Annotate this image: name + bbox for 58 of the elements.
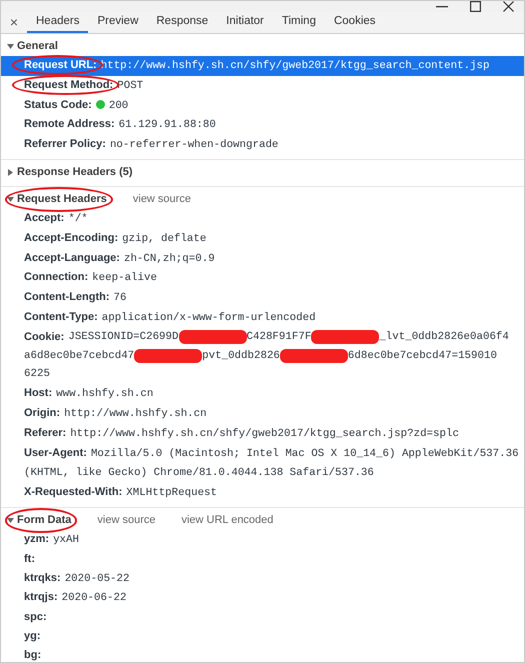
header-entry: yg: bbox=[24, 630, 40, 642]
header-entry: User-Agent: Mozilla/5.0 (Macintosh; Intel Mac OS X 10_14_6) AppleWebKit/537.36 (KHTML, like Gecko) Chrome/81.0.4044.138 Safari/537.36 bbox=[24, 446, 519, 478]
redaction-scribble bbox=[311, 330, 380, 344]
tab[interactable]: Initiator bbox=[217, 12, 273, 33]
header-entry: Origin: http://www.hshfy.sh.cn bbox=[24, 406, 207, 419]
header-entry: bg: bbox=[24, 648, 42, 661]
redaction-scribble bbox=[178, 330, 246, 344]
header-entry: Request URL: http://www.hshfy.sh.cn/shfy/gweb2017/ktgg_search_content.jsp bbox=[24, 59, 490, 71]
header-entry: Host: www.hshfy.sh.cn bbox=[24, 387, 154, 400]
expanded-triangle-icon[interactable] bbox=[7, 516, 14, 524]
section-title[interactable]: General bbox=[17, 38, 58, 55]
header-name: Status Code: bbox=[24, 98, 92, 111]
header-name: Cookie: bbox=[24, 330, 64, 345]
header-entry: X-Requested-With: XMLHttpRequest bbox=[24, 486, 218, 498]
view-link[interactable]: view URL encoded bbox=[181, 512, 274, 529]
tab[interactable]: Response bbox=[147, 12, 218, 33]
header-value: pvt_0ddb2826 bbox=[202, 348, 280, 364]
header-entry: Accept-Language: zh-CN,zh;q=0.9 bbox=[24, 252, 215, 264]
header-entry: Accept: */* bbox=[24, 212, 88, 224]
section-title[interactable]: Response Headers (5) bbox=[17, 164, 133, 181]
redaction-scribble bbox=[134, 348, 202, 363]
maximize-icon[interactable] bbox=[470, 1, 481, 12]
header-entry: ft: bbox=[24, 552, 35, 565]
close-icon[interactable] bbox=[503, 1, 514, 12]
header-entry: yzm: yxAH bbox=[24, 532, 79, 545]
collapsed-triangle-icon[interactable] bbox=[7, 168, 14, 176]
section-title[interactable]: Form Data bbox=[17, 512, 72, 529]
header-entry: Remote Address: 61.129.91.88:80 bbox=[24, 118, 216, 130]
header-value: 6d8ec0be7cebcd47=159010 bbox=[348, 348, 497, 364]
expanded-triangle-icon[interactable] bbox=[7, 196, 14, 203]
header-value: 200 bbox=[108, 100, 128, 112]
expanded-triangle-icon[interactable] bbox=[7, 43, 14, 50]
tab[interactable]: Cookies bbox=[324, 12, 385, 33]
tab[interactable]: Preview bbox=[88, 12, 148, 33]
header-entry: Referer: http://www.hshfy.sh.cn/shfy/gweb2017/ktgg_search.jsp?zd=splc bbox=[24, 426, 459, 439]
header-entry: ktrqjs: 2020-06-22 bbox=[24, 591, 126, 604]
header-entry: Referrer Policy: no-referrer-when-downgrade bbox=[24, 138, 278, 150]
header-value: C428F91F7F bbox=[246, 330, 312, 345]
section-title[interactable]: Request Headers bbox=[17, 191, 107, 208]
header-value: _lvt_0ddb2826e0a06f4 bbox=[379, 330, 509, 345]
header-entry: Request Method: POST bbox=[24, 78, 144, 91]
redaction-scribble bbox=[280, 348, 348, 363]
header-value: JSESSIONID=C2699D bbox=[68, 330, 178, 345]
header-entry: Content-Type: application/x-www-form-urlencoded bbox=[24, 310, 316, 323]
view-link[interactable]: view source bbox=[132, 191, 191, 208]
minimize-icon[interactable] bbox=[436, 6, 448, 8]
header-entry: Connection: keep-alive bbox=[24, 271, 157, 284]
header-entry: ktrqks: 2020-05-22 bbox=[24, 572, 130, 584]
view-link[interactable]: view source bbox=[97, 512, 156, 529]
tab[interactable]: Timing bbox=[272, 12, 325, 33]
header-value: a6d8ec0be7cebcd47 bbox=[24, 348, 134, 364]
selected-row[interactable]: Request URL: http://www.hshfy.sh.cn/shfy/gweb2017/ktgg_search_content.jsp bbox=[1, 56, 524, 76]
header-entry: spc: bbox=[24, 611, 47, 624]
tab[interactable]: Headers bbox=[27, 12, 88, 33]
header-value: 6225 bbox=[24, 367, 50, 382]
close-button[interactable]: × bbox=[1, 12, 27, 33]
header-entry: Accept-Encoding: gzip, deflate bbox=[24, 232, 206, 244]
header-entry: Content-Length: 76 bbox=[24, 291, 126, 304]
